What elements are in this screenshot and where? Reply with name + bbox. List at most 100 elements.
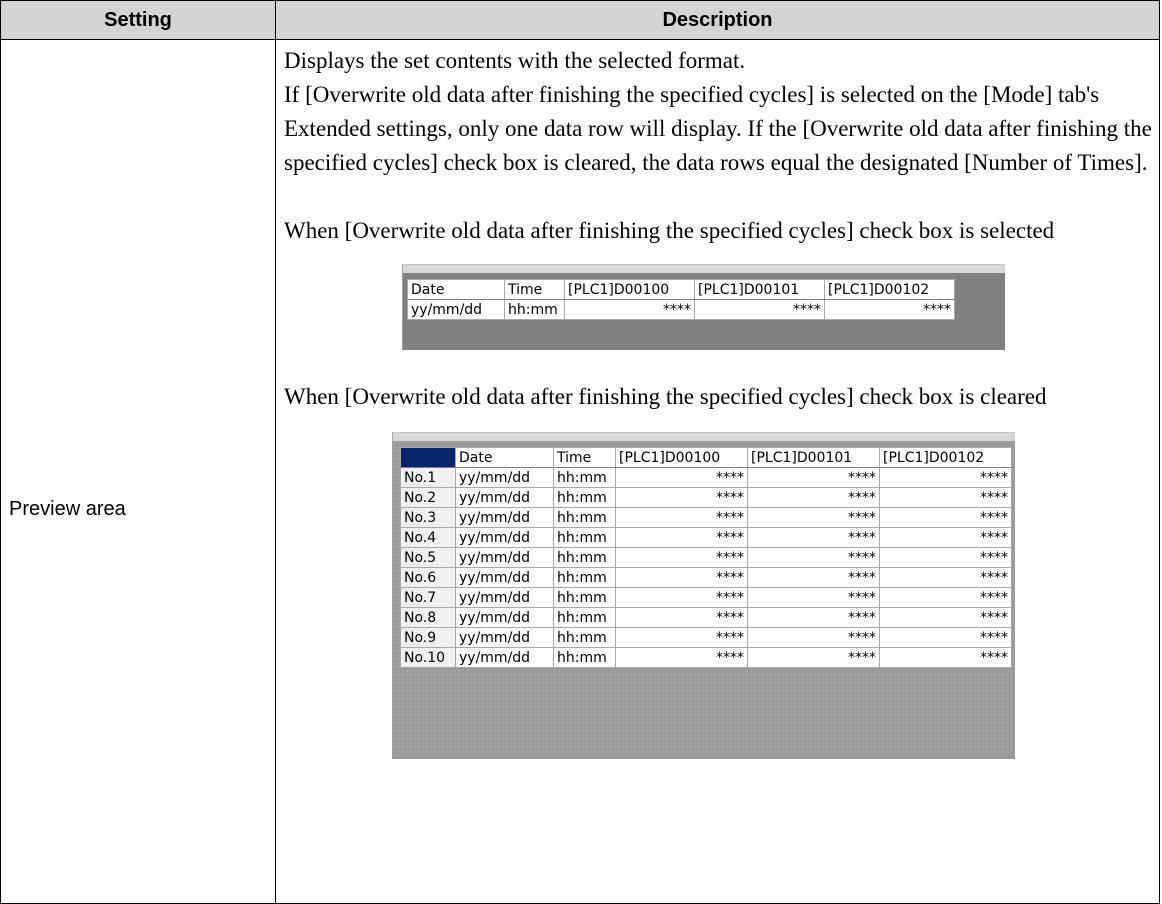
- grid-cell: hh:mm: [553, 467, 616, 488]
- grid-row-header: No.8: [400, 607, 456, 628]
- grid-column-header: [PLC1]D00102: [824, 279, 955, 300]
- grid-data-row: No.9 yy/mm/dd hh:mm **** **** ****: [400, 627, 1012, 648]
- grid-cell: ****: [615, 607, 748, 628]
- grid-cell: ****: [615, 507, 748, 528]
- grid-cell: ****: [747, 547, 880, 568]
- grid-cell: ****: [879, 527, 1012, 548]
- setting-column-header: Setting: [0, 0, 276, 40]
- table-row: Preview area Displays the set contents w…: [0, 39, 1160, 904]
- preview-selected-image: Date Time [PLC1]D00100 [PLC1]D00101 [PLC1]D0…: [402, 264, 1005, 350]
- cleared-caption: When [Overwrite old data after finishing…: [284, 384, 1047, 409]
- grid-data-row: No.2 yy/mm/dd hh:mm **** **** ****: [400, 487, 1012, 508]
- grid-cell: yy/mm/dd: [455, 607, 554, 628]
- grid-cell: hh:mm: [553, 487, 616, 508]
- grid-cell: hh:mm: [553, 507, 616, 528]
- grid-cell: ****: [879, 487, 1012, 508]
- grid-column-header: [PLC1]D00101: [747, 447, 880, 468]
- grid-cell: yy/mm/dd: [455, 467, 554, 488]
- grid-row-header: No.3: [400, 507, 456, 528]
- grid-cell: yy/mm/dd: [455, 587, 554, 608]
- grid-cell: ****: [747, 467, 880, 488]
- grid-cell: hh:mm: [504, 299, 565, 320]
- grid-column-header: Date: [455, 447, 554, 468]
- grid-cell: ****: [615, 587, 748, 608]
- grid-cell: hh:mm: [553, 627, 616, 648]
- grid-cell: hh:mm: [553, 647, 616, 668]
- grid-cell: hh:mm: [553, 547, 616, 568]
- grid-cell: ****: [747, 607, 880, 628]
- grid-cell: hh:mm: [553, 567, 616, 588]
- grid-cell: yy/mm/dd: [455, 647, 554, 668]
- grid-cell: hh:mm: [553, 587, 616, 608]
- grid-column-header: [PLC1]D00100: [615, 447, 748, 468]
- preview-cleared-image: Date Time [PLC1]D00100 [PLC1]D00101 [PLC1]D0…: [392, 432, 1015, 759]
- grid-cell: ****: [747, 647, 880, 668]
- grid-cell: ****: [879, 507, 1012, 528]
- selected-caption: When [Overwrite old data after finishing…: [284, 218, 1055, 243]
- settings-table: Setting Description Preview area Display…: [0, 0, 1160, 904]
- grid-cell: ****: [879, 627, 1012, 648]
- grid-cell: ****: [747, 527, 880, 548]
- grid-cell: ****: [615, 627, 748, 648]
- preview-selected-grid: Date Time [PLC1]D00100 [PLC1]D00101 [PLC1]D0…: [407, 279, 955, 320]
- grid-header-row: Date Time [PLC1]D00100 [PLC1]D00101 [PLC1]D0…: [407, 279, 955, 300]
- grid-data-row: No.6 yy/mm/dd hh:mm **** **** ****: [400, 567, 1012, 588]
- grid-cell: ****: [747, 567, 880, 588]
- description-column-header: Description: [275, 0, 1160, 40]
- grid-cell: ****: [694, 299, 825, 320]
- grid-row-header: No.9: [400, 627, 456, 648]
- grid-cell: ****: [747, 587, 880, 608]
- grid-cell: hh:mm: [553, 527, 616, 548]
- description-paragraph: Displays the set contents with the selec…: [284, 48, 746, 73]
- grid-data-row: No.4 yy/mm/dd hh:mm **** **** ****: [400, 527, 1012, 548]
- grid-data-row: No.8 yy/mm/dd hh:mm **** **** ****: [400, 607, 1012, 628]
- grid-column-header: [PLC1]D00102: [879, 447, 1012, 468]
- grid-cell: yy/mm/dd: [455, 547, 554, 568]
- description-paragraph: If [Overwrite old data after finishing t…: [284, 82, 1152, 175]
- grid-row-header: No.10: [400, 647, 456, 668]
- grid-column-header: Date: [407, 279, 505, 300]
- grid-cell: ****: [615, 527, 748, 548]
- grid-cell: ****: [879, 547, 1012, 568]
- grid-cell: yy/mm/dd: [455, 487, 554, 508]
- grid-cell: yy/mm/dd: [455, 527, 554, 548]
- grid-cell: yy/mm/dd: [455, 567, 554, 588]
- grid-cell: ****: [615, 567, 748, 588]
- grid-cell: ****: [747, 487, 880, 508]
- grid-cell: ****: [615, 647, 748, 668]
- grid-cell: yy/mm/dd: [455, 627, 554, 648]
- description-cell: Displays the set contents with the selec…: [275, 39, 1160, 904]
- grid-cell: ****: [615, 547, 748, 568]
- grid-cell: ****: [879, 607, 1012, 628]
- grid-row-header: No.4: [400, 527, 456, 548]
- grid-cell: ****: [824, 299, 955, 320]
- preview-cleared-grid: Date Time [PLC1]D00100 [PLC1]D00101 [PLC1]D0…: [400, 447, 1012, 668]
- grid-row-header: No.5: [400, 547, 456, 568]
- grid-data-row: No.10 yy/mm/dd hh:mm **** **** ****: [400, 647, 1012, 668]
- grid-cell: hh:mm: [553, 607, 616, 628]
- grid-cell: ****: [879, 587, 1012, 608]
- grid-cell: ****: [879, 647, 1012, 668]
- grid-corner-cell: [400, 447, 456, 468]
- grid-cell: ****: [564, 299, 695, 320]
- grid-cell: yy/mm/dd: [455, 507, 554, 528]
- grid-column-header: Time: [553, 447, 616, 468]
- grid-row-header: No.2: [400, 487, 456, 508]
- grid-column-header: [PLC1]D00100: [564, 279, 695, 300]
- grid-column-header: [PLC1]D00101: [694, 279, 825, 300]
- grid-cell: yy/mm/dd: [407, 299, 505, 320]
- table-header-row: Setting Description: [0, 0, 1160, 40]
- grid-cell: ****: [879, 567, 1012, 588]
- grid-cell: ****: [747, 627, 880, 648]
- grid-cell: ****: [615, 467, 748, 488]
- grid-data-row: No.5 yy/mm/dd hh:mm **** **** ****: [400, 547, 1012, 568]
- grid-cell: ****: [879, 467, 1012, 488]
- grid-data-row: yy/mm/dd hh:mm **** **** ****: [407, 299, 955, 320]
- setting-name: Preview area: [0, 39, 276, 904]
- grid-data-row: No.1 yy/mm/dd hh:mm **** **** ****: [400, 467, 1012, 488]
- grid-cell: ****: [615, 487, 748, 508]
- grid-cell: ****: [747, 507, 880, 528]
- grid-header-row: Date Time [PLC1]D00100 [PLC1]D00101 [PLC1]D0…: [400, 447, 1012, 468]
- grid-data-row: No.7 yy/mm/dd hh:mm **** **** ****: [400, 587, 1012, 608]
- grid-row-header: No.6: [400, 567, 456, 588]
